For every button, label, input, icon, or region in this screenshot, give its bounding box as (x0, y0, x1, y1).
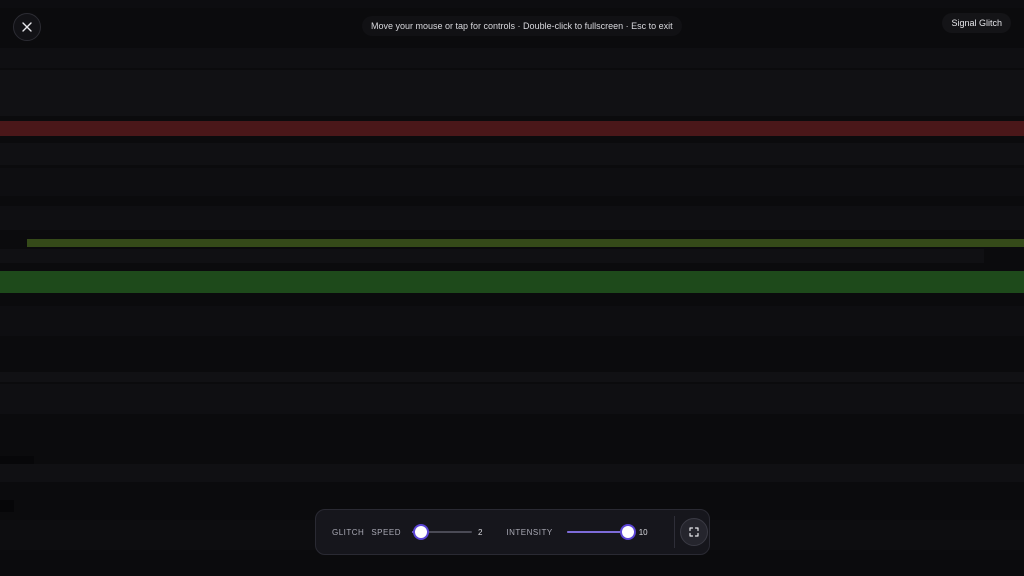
speed-value: 2 (477, 527, 483, 537)
scanline-band (0, 206, 1024, 230)
fullscreen-button[interactable] (679, 518, 708, 546)
scanline-band (0, 464, 1024, 482)
controls-hint: Move your mouse or tap for controls · Do… (362, 16, 682, 36)
intensity-slider-fill (566, 531, 628, 533)
glitch-canvas[interactable]: Move your mouse or tap for controls · Do… (0, 0, 1024, 576)
intensity-label: INTENSITY (506, 527, 553, 537)
scanline-band (0, 456, 34, 464)
speed-slider-thumb[interactable] (414, 526, 427, 538)
scanline-band (0, 143, 1024, 165)
intensity-slider[interactable] (566, 526, 634, 538)
speed-slider[interactable] (411, 526, 472, 538)
glitch-band-red (0, 121, 1024, 136)
glitch-band-green (0, 271, 1024, 293)
scanline-band (0, 48, 1024, 68)
glitch-band-olive (27, 239, 1024, 247)
scanline-band (0, 384, 1024, 414)
control-divider (673, 516, 675, 548)
scanline-band (0, 500, 14, 512)
fullscreen-icon (689, 527, 699, 537)
scanline-band (0, 70, 1024, 116)
scanline-band (0, 249, 984, 263)
scanline-band (0, 306, 1024, 336)
close-icon (22, 22, 32, 32)
control-bar: GLITCH SPEED 2 INTENSITY 10 (315, 509, 710, 555)
speed-label: SPEED (371, 527, 401, 537)
glitch-label: GLITCH (332, 527, 365, 537)
scanline-band (0, 168, 1024, 196)
intensity-value: 10 (638, 527, 648, 537)
close-button[interactable] (13, 13, 41, 41)
scanline-band (0, 0, 1024, 8)
scanline-band (0, 372, 1024, 382)
app-title-badge: Signal Glitch (942, 13, 1011, 33)
intensity-slider-thumb[interactable] (621, 526, 634, 538)
